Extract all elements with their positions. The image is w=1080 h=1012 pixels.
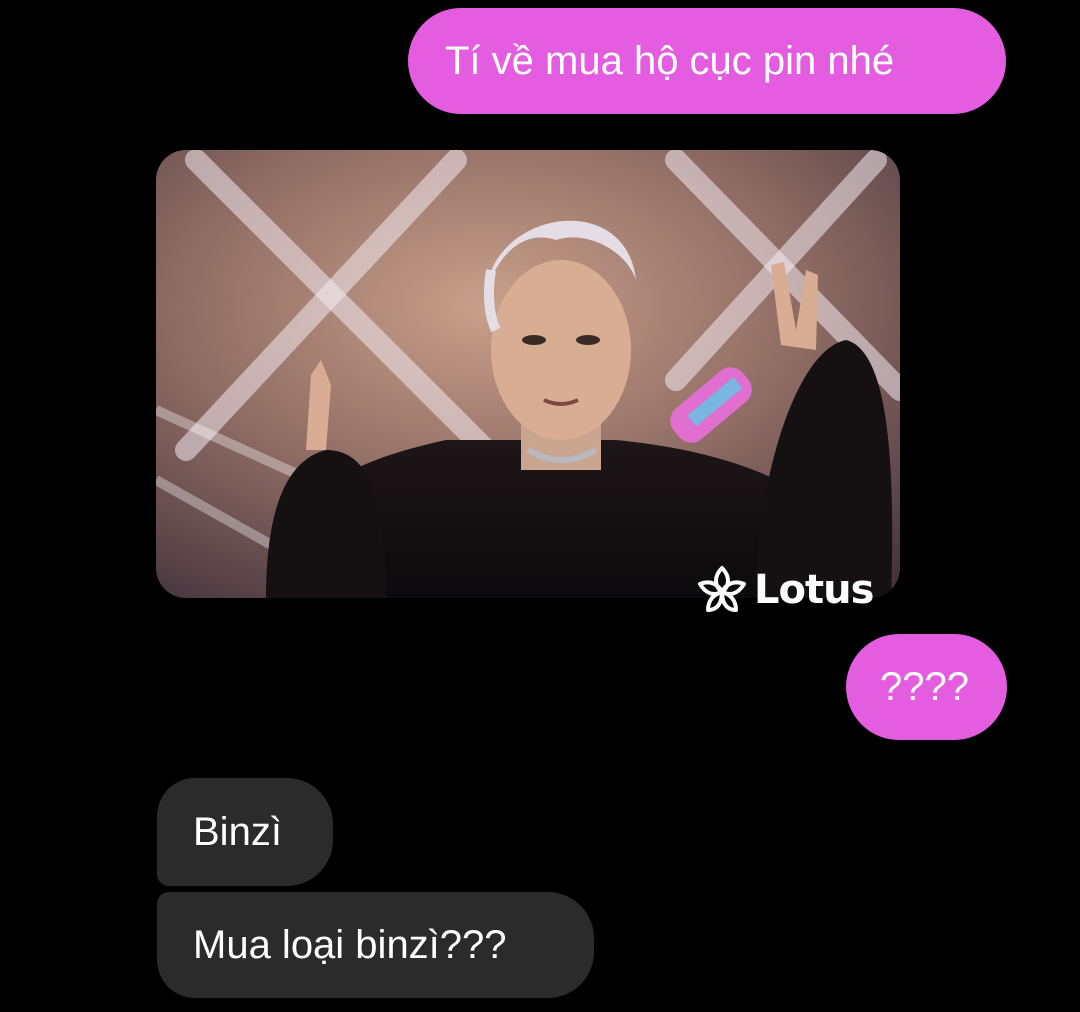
incoming-message-bubble[interactable]: Binzì [157,778,333,886]
message-text: ???? [880,664,969,709]
image-message[interactable] [156,150,900,598]
lotus-flower-icon [698,566,746,612]
watermark-text: Lotus [754,567,874,613]
message-text: Tí về mua hộ cục pin nhé [445,38,895,83]
message-text: Mua loại binzì??? [193,922,507,967]
watermark: Lotus [694,562,874,618]
outgoing-message-bubble[interactable]: ???? [846,634,1007,740]
stage-photo [156,150,900,598]
message-text: Binzì [193,809,282,854]
incoming-message-bubble[interactable]: Mua loại binzì??? [157,892,594,998]
outgoing-message-bubble[interactable]: Tí về mua hộ cục pin nhé [408,8,1006,114]
